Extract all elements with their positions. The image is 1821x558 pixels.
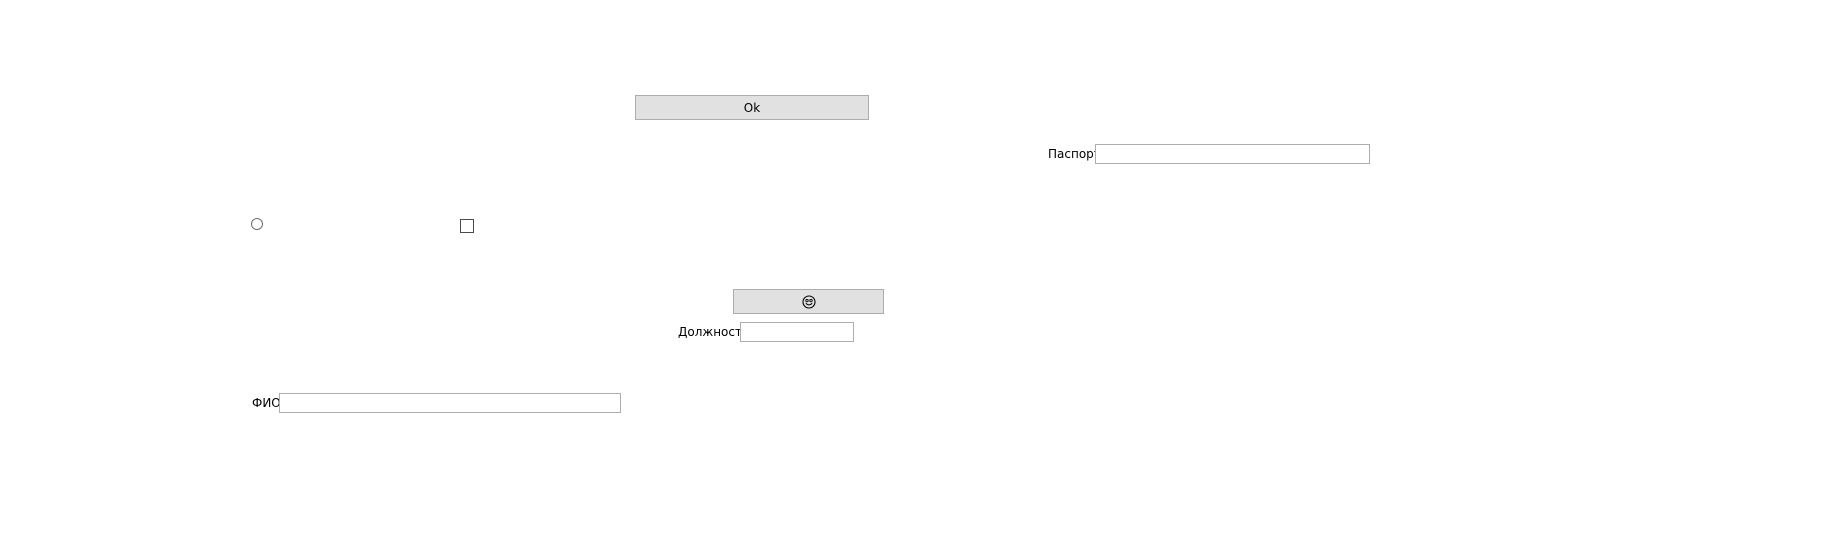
passport-label: Паспорт xyxy=(1048,147,1101,161)
ok-button-label: Ok xyxy=(743,100,761,115)
checkbox[interactable] xyxy=(460,219,474,233)
position-label: Должность xyxy=(678,325,750,339)
position-field[interactable] xyxy=(740,322,854,342)
passport-field[interactable] xyxy=(1095,144,1370,164)
fio-label: ФИО xyxy=(252,396,281,410)
ok-button[interactable]: Ok xyxy=(635,95,869,120)
radio-button[interactable] xyxy=(251,218,263,230)
fio-field[interactable] xyxy=(279,393,621,413)
smiley-face-icon xyxy=(801,294,816,309)
smiley-button[interactable] xyxy=(733,289,884,314)
